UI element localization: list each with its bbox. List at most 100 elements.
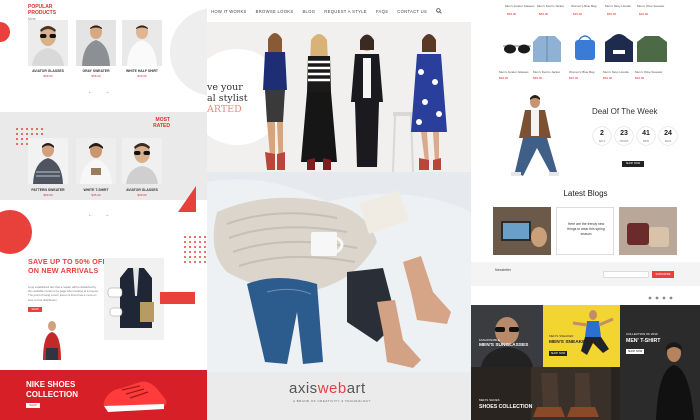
subscribe-button[interactable]: SUBSCRIBE bbox=[652, 271, 674, 278]
denim-jacket-thumb bbox=[533, 36, 561, 62]
tshirt-model-photo bbox=[620, 305, 700, 420]
product-price: $49.00 bbox=[639, 12, 649, 16]
product-price: $59.00 bbox=[603, 76, 613, 80]
brand-part-3: art bbox=[346, 380, 366, 397]
red-circle-mid bbox=[0, 210, 32, 254]
countdown-value: 41 bbox=[642, 130, 650, 137]
product-price: $45.00 bbox=[569, 76, 579, 80]
shoes-photo bbox=[471, 367, 620, 420]
tile-shop-button[interactable]: SHOP NOW bbox=[626, 349, 644, 354]
popular-products-title: POPULAR PRODUCTS bbox=[28, 4, 57, 16]
deal-shop-now-button[interactable]: SHOP NOW bbox=[622, 161, 644, 167]
brand-logo: axiswebart bbox=[289, 380, 366, 397]
search-icon[interactable] bbox=[436, 8, 442, 14]
sale-shop-now-button[interactable]: SHOP NOW bbox=[28, 307, 42, 316]
nav-how-it-works[interactable]: HOW IT WORKS bbox=[211, 9, 247, 14]
tile-eyebrow: MEN'S SNEAKER bbox=[549, 334, 574, 338]
tile-eyebrow: MEN'S SHOES bbox=[479, 398, 500, 402]
decor-circle bbox=[170, 8, 207, 96]
brand-tagline: A BRAND OF CREATIVITY & TECHNOLOGY bbox=[293, 399, 372, 403]
jacket-flatlay-photo bbox=[104, 258, 164, 340]
product-name: GRAY SWEATER bbox=[82, 69, 110, 73]
product-card[interactable] bbox=[76, 20, 116, 66]
tile-headline: SHOES COLLECTION bbox=[479, 404, 533, 410]
product-price: $39.00 bbox=[137, 74, 147, 78]
carousel-arrows[interactable]: ← → bbox=[88, 212, 114, 218]
product-card[interactable] bbox=[122, 20, 162, 66]
countdown-label: DAYS bbox=[598, 140, 606, 143]
product-card[interactable] bbox=[28, 20, 68, 66]
nav-request-style[interactable]: REQUEST A STYLE bbox=[324, 9, 367, 14]
product-card[interactable] bbox=[28, 138, 68, 184]
sale-description: Long established fact that a reader will… bbox=[28, 285, 99, 302]
blue-bag-thumb bbox=[575, 35, 595, 60]
hero-banner: ve your al stylist ARTED bbox=[207, 22, 471, 172]
product-name: Men's Olive Sweater bbox=[635, 70, 663, 74]
product-card[interactable] bbox=[122, 138, 162, 184]
sale-product-image bbox=[104, 258, 164, 340]
sunglasses-tile[interactable] bbox=[471, 305, 543, 367]
newsletter-label: Newsletter bbox=[495, 268, 512, 272]
tile-eyebrow: FASHIONABLE bbox=[479, 338, 500, 342]
shoes-tile[interactable] bbox=[471, 367, 620, 420]
product-card[interactable] bbox=[76, 138, 116, 184]
product-price: $99.00 bbox=[499, 76, 509, 80]
red-accent-bar bbox=[160, 292, 195, 304]
tile-headline: MEN'S SUNGLASSES bbox=[479, 343, 529, 348]
model-aviator-2-photo bbox=[122, 138, 162, 184]
hoodie-thumb bbox=[605, 34, 633, 62]
product-name: Men's Aviator Glasses bbox=[499, 70, 529, 74]
product-name: Women's Blue Bag bbox=[571, 4, 597, 8]
model-red-shirt-photo bbox=[37, 318, 67, 360]
product-price: $89.00 bbox=[539, 12, 549, 16]
product-price: $99.00 bbox=[43, 74, 53, 78]
newsletter-email-input[interactable] bbox=[603, 271, 649, 278]
sunglasses-thumb bbox=[503, 44, 531, 54]
product-name: WHITE T-SHIRT bbox=[83, 188, 109, 192]
middle-column: HOW IT WORKS BROWSE LOOKS BLOG REQUEST A… bbox=[207, 0, 471, 420]
latest-blogs-title: Latest Blogs bbox=[563, 189, 608, 198]
countdown-value: 23 bbox=[620, 130, 628, 137]
countdown-label: SECS bbox=[664, 140, 672, 143]
product-name: Men's Navy Hoodie bbox=[605, 4, 631, 8]
footer-links-row bbox=[471, 292, 700, 304]
product-thumbnails bbox=[503, 34, 667, 62]
product-price: $45.00 bbox=[573, 12, 583, 16]
nike-shop-now-button[interactable]: SHOP NOW bbox=[26, 403, 40, 412]
decor-dot-grid bbox=[184, 236, 206, 263]
most-rated-title: MOST RATED bbox=[153, 117, 170, 129]
countdown-label: MINS bbox=[643, 140, 649, 143]
product-price: $65.00 bbox=[91, 74, 101, 78]
carousel-arrows[interactable]: ← → bbox=[88, 89, 114, 95]
model-pattern-sweater-photo bbox=[28, 138, 68, 184]
product-name: Men's Denim Jacket bbox=[537, 4, 564, 8]
red-triangle-decor bbox=[178, 186, 196, 212]
product-name: Women's Blue Bag bbox=[569, 70, 595, 74]
countdown-value: 2 bbox=[600, 130, 604, 137]
nav-browse-looks[interactable]: BROWSE LOOKS bbox=[256, 9, 294, 14]
hero-tagline: ve your al stylist ARTED bbox=[207, 82, 248, 115]
product-name: AVIATOR GLASSES bbox=[32, 69, 64, 73]
blog-card[interactable]: Here are the trendy new things to wear t… bbox=[556, 207, 614, 255]
right-column: Men's Aviator Glasses $99.00 Men's Denim… bbox=[471, 0, 700, 420]
blog-card[interactable] bbox=[619, 207, 677, 255]
tile-shop-button[interactable]: SHOP NOW bbox=[549, 351, 567, 356]
model-white-shirt-photo bbox=[122, 20, 162, 66]
product-name: Men's Aviator Glasses bbox=[505, 4, 535, 8]
red-sneaker-image bbox=[103, 381, 167, 412]
sunglasses-model-photo bbox=[471, 305, 543, 367]
nav-faqs[interactable]: FAQS bbox=[376, 9, 388, 14]
nav-contact[interactable]: CONTACT US bbox=[397, 9, 427, 14]
deal-title: Deal Of The Week bbox=[592, 107, 658, 116]
countdown-hours: 23 HOURS bbox=[615, 127, 633, 145]
sweater-thumb bbox=[637, 36, 667, 62]
countdown-days: 2 DAYS bbox=[593, 127, 611, 145]
nav-blog[interactable]: BLOG bbox=[302, 9, 315, 14]
blog-card[interactable] bbox=[493, 207, 551, 255]
hero-line-1: ve your bbox=[207, 82, 243, 93]
product-price: $59.00 bbox=[607, 12, 617, 16]
tshirt-tile[interactable] bbox=[620, 305, 700, 420]
product-name: Men's Olive Sweater bbox=[637, 4, 665, 8]
flatlay-image bbox=[207, 172, 471, 372]
clothing-flatlay-photo bbox=[207, 172, 471, 372]
